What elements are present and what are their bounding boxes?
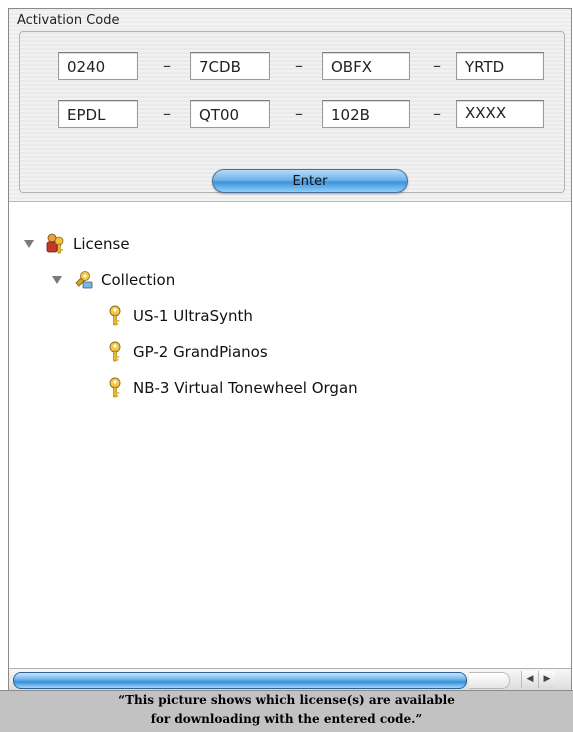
disclosure-triangle-expanded-icon[interactable] xyxy=(23,238,35,250)
scroll-left-arrow-icon[interactable]: ◀ xyxy=(521,671,538,688)
license-tree: License Collection US-1 UltraSynth GP-2 … xyxy=(9,202,571,662)
activation-code-panel: Activation Code 0240 – 7CDB – OBFX – YRT… xyxy=(9,9,571,202)
scroll-right-arrow-icon[interactable]: ▶ xyxy=(538,671,555,688)
scrollbar-thumb[interactable] xyxy=(13,672,467,689)
tree-item-label: License xyxy=(73,235,130,253)
figure-caption: “This picture shows which license(s) are… xyxy=(0,690,573,732)
key-icon xyxy=(109,341,121,362)
separator: – xyxy=(433,104,441,123)
tree-item-label: NB-3 Virtual Tonewheel Organ xyxy=(133,379,358,397)
code-field-3[interactable]: OBFX xyxy=(322,52,410,80)
code-field-8[interactable]: XXXX xyxy=(456,100,544,128)
enter-button[interactable]: Enter xyxy=(212,169,408,193)
tree-item-product[interactable]: GP-2 GrandPianos xyxy=(105,340,268,364)
code-field-5[interactable]: EPDL xyxy=(58,100,138,128)
tree-item-label: US-1 UltraSynth xyxy=(133,307,253,325)
code-field-6[interactable]: QT00 xyxy=(190,100,270,128)
disclosure-triangle-expanded-icon[interactable] xyxy=(51,274,63,286)
key-icon xyxy=(109,377,121,398)
tree-item-product[interactable]: US-1 UltraSynth xyxy=(105,304,253,328)
code-field-1[interactable]: 0240 xyxy=(58,52,138,80)
separator: – xyxy=(163,56,171,75)
caption-line-1: “This picture shows which license(s) are… xyxy=(118,693,455,707)
caption-line-2: for downloading with the entered code.” xyxy=(150,712,423,726)
separator: – xyxy=(163,104,171,123)
collection-keys-icon xyxy=(75,271,93,289)
activation-code-group: 0240 – 7CDB – OBFX – YRTD EPDL – QT00 – … xyxy=(19,31,565,193)
separator: – xyxy=(295,56,303,75)
license-window: Activation Code 0240 – 7CDB – OBFX – YRT… xyxy=(8,8,572,692)
tree-item-product[interactable]: NB-3 Virtual Tonewheel Organ xyxy=(105,376,358,400)
separator: – xyxy=(295,104,303,123)
tree-item-license[interactable]: License xyxy=(23,232,130,256)
scrollbar-track[interactable] xyxy=(469,672,510,689)
panel-title: Activation Code xyxy=(17,13,120,28)
code-field-2[interactable]: 7CDB xyxy=(190,52,270,80)
license-people-key-icon xyxy=(46,233,64,254)
code-field-4[interactable]: YRTD xyxy=(456,52,544,80)
tree-item-label: GP-2 GrandPianos xyxy=(133,343,268,361)
key-icon xyxy=(109,305,121,326)
tree-item-collection[interactable]: Collection xyxy=(51,268,175,292)
horizontal-scrollbar[interactable]: ◀ ▶ xyxy=(9,668,571,691)
tree-item-label: Collection xyxy=(101,271,176,289)
code-field-7[interactable]: 102B xyxy=(322,100,410,128)
separator: – xyxy=(433,56,441,75)
